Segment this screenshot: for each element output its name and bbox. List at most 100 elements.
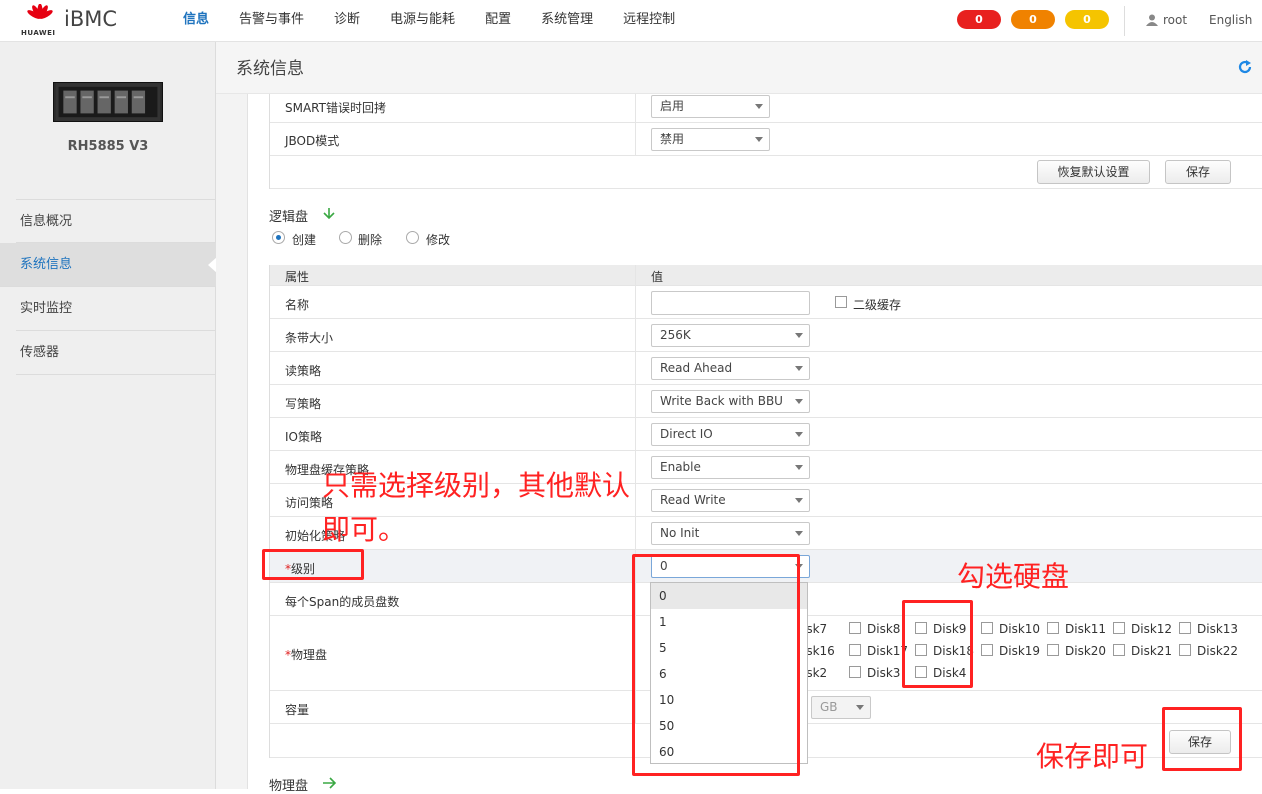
level-highlight-box [262,549,364,580]
column-divider [635,484,636,517]
name-input[interactable] [651,291,810,315]
minor-alert-badge[interactable]: 0 [1065,10,1109,29]
user-menu[interactable]: root [1146,13,1187,27]
chevron-down-icon [795,399,803,404]
column-divider [635,265,636,286]
disk-label: Disk13 [1197,622,1239,636]
username: root [1163,13,1188,27]
table-row: JBOD模式 禁用 [270,123,1262,156]
row-label: 容量 [285,703,310,717]
chevron-down-icon [755,137,763,142]
table-row: 读策略 Read Ahead [270,352,1262,385]
chevron-down-icon [795,366,803,371]
disk-checkbox[interactable] [849,644,861,656]
chevron-down-icon [795,498,803,503]
disk-checkbox[interactable] [1047,622,1059,634]
disk-note: 勾选硬盘 [957,560,1070,593]
left-gutter [216,94,248,789]
disk-checkbox[interactable] [849,622,861,634]
language-switch[interactable]: English [1209,13,1252,27]
disk-label: Disk22 [1197,644,1239,658]
disk-checkbox[interactable] [981,622,993,634]
table-row: 条带大小 256K [270,319,1262,352]
table-row: 恢复默认设置 保存 [270,156,1262,189]
nav-item-system[interactable]: 系统管理 [526,0,608,42]
side-menu: 信息概况 系统信息 实时监控 传感器 [0,199,217,375]
column-divider [635,517,636,550]
disk-checkbox[interactable] [1179,622,1191,634]
disk-label: Disk20 [1065,644,1107,658]
column-divider [635,451,636,484]
nav-item-remote[interactable]: 远程控制 [608,0,690,42]
server-device-image [53,82,163,122]
refresh-icon[interactable] [1238,60,1252,74]
sidebar-item-monitor[interactable]: 实时监控 [16,287,216,331]
nav-item-info[interactable]: 信息 [168,0,224,42]
chevron-down-icon [856,705,864,710]
disk-checkbox[interactable] [981,644,993,656]
modify-radio[interactable] [406,231,419,244]
select-value: Enable [660,460,701,474]
sidebar: RH5885 V3 信息概况 系统信息 实时监控 传感器 [0,42,217,789]
read-policy-select[interactable]: Read Ahead [651,357,810,380]
nav-item-config[interactable]: 配置 [470,0,526,42]
select-value: 256K [660,328,691,342]
delete-radio-label: 删除 [358,233,383,247]
header-value: 值 [651,270,664,284]
cache-checkbox-label: 二级缓存 [853,298,902,312]
level-note-line1: 只需选择级别，其他默认 [322,469,631,502]
nav-item-power[interactable]: 电源与能耗 [375,0,470,42]
disk-checkbox[interactable] [1047,644,1059,656]
smart-copyback-select[interactable]: 启用 [651,95,770,118]
major-alert-badge[interactable]: 0 [1011,10,1055,29]
disk-label: Disk21 [1131,644,1173,658]
disk-checkbox[interactable] [1113,644,1125,656]
sidebar-item-system-info[interactable]: 系统信息 [0,243,217,287]
init-policy-select[interactable]: No Init [651,522,810,545]
row-label: 写策略 [285,397,322,411]
write-policy-select[interactable]: Write Back with BBU [651,390,810,413]
main-nav: 信息 告警与事件 诊断 电源与能耗 配置 系统管理 远程控制 [168,0,690,42]
strip-size-select[interactable]: 256K [651,324,810,347]
chevron-down-icon [795,531,803,536]
select-value: 禁用 [660,132,685,146]
disk-checkbox[interactable] [1179,644,1191,656]
create-radio-label: 创建 [292,233,317,247]
select-value: Read Write [660,493,726,507]
save-controller-button[interactable]: 保存 [1165,160,1231,184]
table-header: 属性 值 [270,265,1262,286]
create-radio[interactable] [272,231,285,244]
critical-alert-badge[interactable]: 0 [957,10,1001,29]
cache-checkbox[interactable] [835,296,847,308]
nav-item-diagnosis[interactable]: 诊断 [319,0,375,42]
page-title: 系统信息 [236,59,304,79]
row-label: JBOD模式 [285,134,340,148]
restore-defaults-button[interactable]: 恢复默认设置 [1037,160,1150,184]
row-label: IO策略 [285,430,322,444]
disk-checkbox[interactable] [849,666,861,678]
user-icon [1146,14,1158,26]
io-policy-select[interactable]: Direct IO [651,423,810,446]
modify-radio-label: 修改 [426,233,451,247]
column-divider [635,418,636,451]
chevron-down-icon [755,104,763,109]
jbod-mode-select[interactable]: 禁用 [651,128,770,151]
nav-item-alarms[interactable]: 告警与事件 [224,0,319,42]
column-divider [635,123,636,156]
table-row: IO策略 Direct IO [270,418,1262,451]
brand-title: iBMC [64,7,118,31]
select-value: Write Back with BBU [660,394,783,408]
access-policy-select[interactable]: Read Write [651,489,810,512]
table-row: SMART错误时回拷 启用 [270,94,1262,123]
sidebar-item-sensors[interactable]: 传感器 [16,331,216,375]
disk-label: Disk3 [867,666,901,680]
disk-checkbox[interactable] [1113,622,1125,634]
capacity-unit-select[interactable]: GB [811,696,871,719]
dropdown-highlight-box [632,554,800,776]
delete-radio[interactable] [339,231,352,244]
arrow-right-icon[interactable] [322,777,337,789]
disk-cache-policy-select[interactable]: Enable [651,456,810,479]
sidebar-item-overview[interactable]: 信息概况 [16,199,216,243]
arrow-down-icon[interactable] [322,207,336,220]
row-label: 名称 [285,298,310,312]
